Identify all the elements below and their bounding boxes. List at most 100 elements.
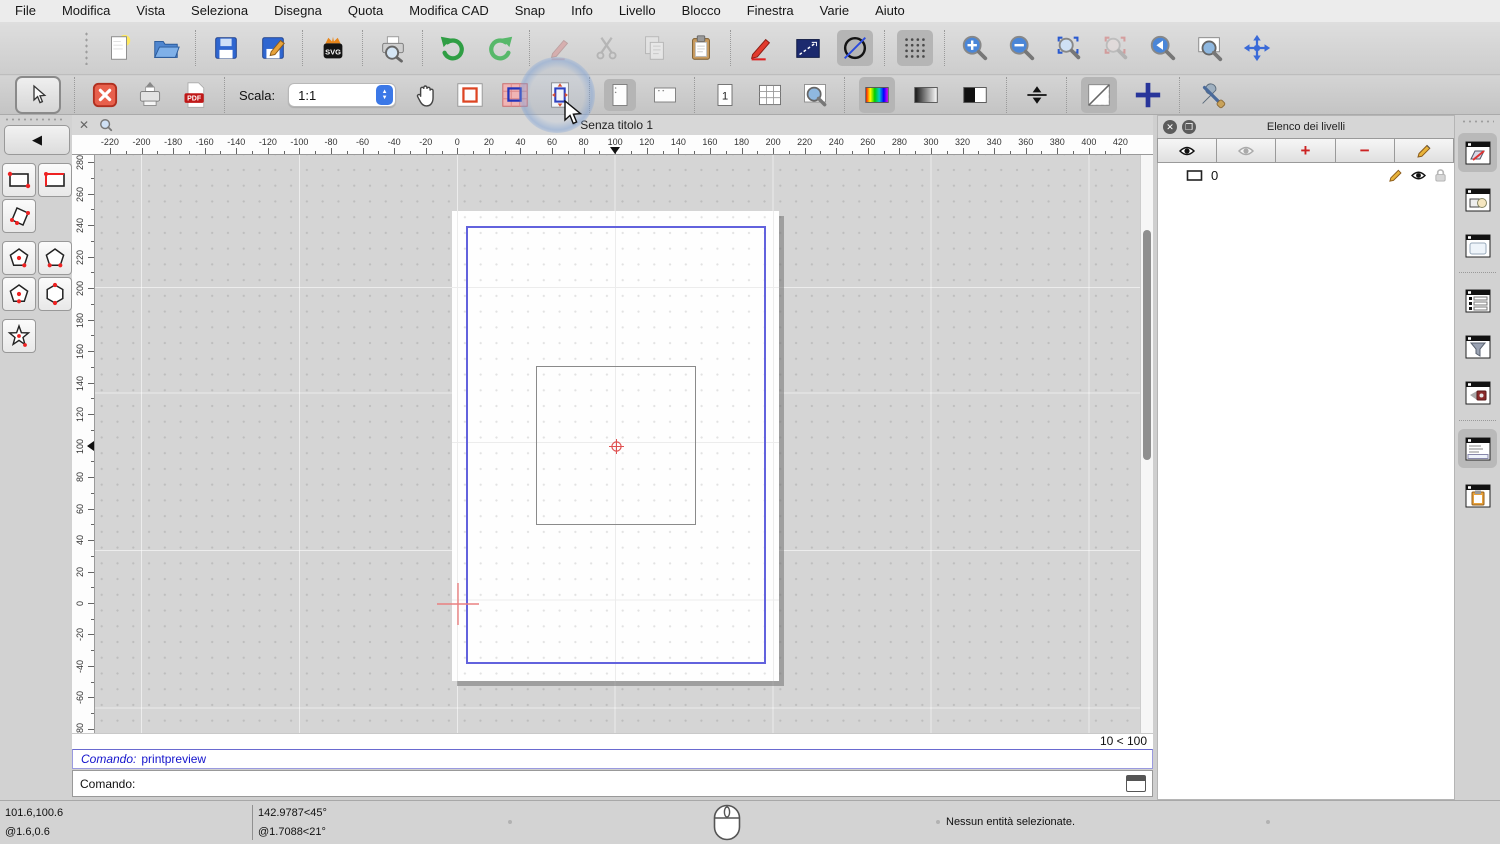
dock-layer-list-button[interactable] xyxy=(1458,133,1497,172)
select-pointer-button[interactable] xyxy=(15,76,61,114)
layer-edit-pencil-icon[interactable] xyxy=(1388,168,1403,183)
blackwhite-mode-button[interactable] xyxy=(957,77,993,113)
zoom-previous-button[interactable] xyxy=(1098,30,1134,66)
draft-mode-button[interactable] xyxy=(1081,77,1117,113)
delete-entities-button[interactable] xyxy=(542,30,578,66)
dock-drag-handle[interactable] xyxy=(1461,119,1494,125)
paste-button[interactable] xyxy=(683,30,719,66)
drawing-canvas[interactable] xyxy=(95,155,1140,733)
undo-button[interactable] xyxy=(435,30,471,66)
toggle-crosshair-button[interactable] xyxy=(1130,77,1166,113)
open-file-button[interactable] xyxy=(148,30,184,66)
color-mode-button[interactable] xyxy=(859,77,895,113)
zoom-back-button[interactable] xyxy=(1145,30,1181,66)
ruler-tick xyxy=(726,151,727,154)
save-as-button[interactable] xyxy=(255,30,291,66)
menu-file[interactable]: File xyxy=(15,0,49,22)
menu-blocco[interactable]: Blocco xyxy=(669,0,734,22)
zoom-auto-button[interactable] xyxy=(1051,30,1087,66)
settings-button[interactable] xyxy=(1194,77,1230,113)
rectangle-sides-tool[interactable] xyxy=(38,163,72,197)
line-width-scaling-button[interactable] xyxy=(1021,79,1053,111)
new-document-button[interactable] xyxy=(101,30,137,66)
line-attributes-button[interactable] xyxy=(790,30,826,66)
scrollbar-thumb[interactable] xyxy=(1143,230,1151,460)
menu-seleziona[interactable]: Seleziona xyxy=(178,0,261,22)
fit-to-page-button[interactable] xyxy=(544,79,576,111)
single-page-button[interactable]: 1 xyxy=(709,79,741,111)
toolbar-drag-handle[interactable] xyxy=(84,31,90,65)
rectangle-rotated-tool[interactable] xyxy=(2,199,36,233)
paper-borders-button[interactable] xyxy=(454,79,486,111)
dock-command-line-button[interactable] xyxy=(1458,429,1497,468)
print-button[interactable] xyxy=(134,79,166,111)
menu-aiuto[interactable]: Aiuto xyxy=(862,0,918,22)
redo-button[interactable] xyxy=(482,30,518,66)
snap-grid-button[interactable] xyxy=(897,30,933,66)
layer-lock-icon[interactable] xyxy=(1434,168,1447,183)
portrait-button[interactable] xyxy=(604,79,636,111)
polygon-2corners-tool[interactable] xyxy=(38,241,72,275)
menu-vista[interactable]: Vista xyxy=(123,0,178,22)
ruler-tick xyxy=(110,148,111,154)
ruler-label: 340 xyxy=(980,137,1008,147)
export-svg-button[interactable]: SVG xyxy=(315,30,351,66)
dock-library-browser-button[interactable] xyxy=(1458,226,1497,265)
zoom-pan-button[interactable] xyxy=(1239,30,1275,66)
pan-hand-button[interactable] xyxy=(409,79,441,111)
panel-drag-handle[interactable] xyxy=(4,117,66,123)
menu-disegna[interactable]: Disegna xyxy=(261,0,335,22)
command-input-row: Comando: xyxy=(72,770,1153,797)
multi-page-button[interactable] xyxy=(754,79,786,111)
remove-layer-button[interactable]: − xyxy=(1335,138,1395,163)
pen-edit-button[interactable] xyxy=(743,30,779,66)
save-button[interactable] xyxy=(208,30,244,66)
menu-varie[interactable]: Varie xyxy=(807,0,862,22)
zoom-in-button[interactable] xyxy=(957,30,993,66)
menu-modifica-cad[interactable]: Modifica CAD xyxy=(396,0,501,22)
command-input[interactable] xyxy=(139,776,1126,792)
zoom-out-button[interactable] xyxy=(1004,30,1040,66)
zoom-page-button[interactable] xyxy=(799,79,831,111)
layer-visibility-icon[interactable] xyxy=(1410,169,1427,182)
hide-all-layers-button[interactable] xyxy=(1216,138,1276,163)
landscape-button[interactable] xyxy=(649,79,681,111)
dock-clipboard-button[interactable] xyxy=(1458,476,1497,515)
export-pdf-button[interactable]: PDF xyxy=(179,79,211,111)
ruler-label: -80 xyxy=(74,716,86,733)
layer-row[interactable]: 0 xyxy=(1158,164,1454,186)
menu-snap[interactable]: Snap xyxy=(502,0,558,22)
ruler-label: 80 xyxy=(74,464,86,490)
menu-livello[interactable]: Livello xyxy=(606,0,669,22)
dock-selection-filter-button[interactable] xyxy=(1458,327,1497,366)
grayscale-mode-button[interactable] xyxy=(908,77,944,113)
toolbar-separator xyxy=(1179,77,1181,113)
print-preview-button[interactable] xyxy=(375,30,411,66)
circle-attributes-button[interactable] xyxy=(837,30,873,66)
tools-back-button[interactable]: ◀ xyxy=(4,125,70,155)
show-all-layers-button[interactable] xyxy=(1157,138,1217,163)
copy-button[interactable] xyxy=(636,30,672,66)
star-tool[interactable] xyxy=(2,319,36,353)
dock-command-options-button[interactable] xyxy=(1458,373,1497,412)
menu-quota[interactable]: Quota xyxy=(335,0,396,22)
polygon-center-corner-tool[interactable] xyxy=(2,241,36,275)
polygon-side-tool[interactable] xyxy=(38,277,72,311)
scale-select[interactable]: 1:1 ▲▼ xyxy=(288,83,396,107)
close-preview-button[interactable] xyxy=(89,79,121,111)
dock-block-list-button[interactable] xyxy=(1458,180,1497,219)
menu-info[interactable]: Info xyxy=(558,0,606,22)
ruler-tick xyxy=(978,151,979,154)
polygon-center-tangent-tool[interactable] xyxy=(2,277,36,311)
tiled-pages-button[interactable] xyxy=(499,79,531,111)
dock-named-views-button[interactable] xyxy=(1458,281,1497,320)
add-layer-button[interactable]: + xyxy=(1275,138,1335,163)
edit-layer-button[interactable] xyxy=(1394,138,1454,163)
command-window-toggle-icon[interactable] xyxy=(1126,775,1146,792)
vertical-scrollbar[interactable] xyxy=(1140,155,1153,733)
zoom-window-button[interactable] xyxy=(1192,30,1228,66)
menu-finestra[interactable]: Finestra xyxy=(734,0,807,22)
cut-button[interactable] xyxy=(589,30,625,66)
rectangle-2corners-tool[interactable] xyxy=(2,163,36,197)
menu-modifica[interactable]: Modifica xyxy=(49,0,123,22)
